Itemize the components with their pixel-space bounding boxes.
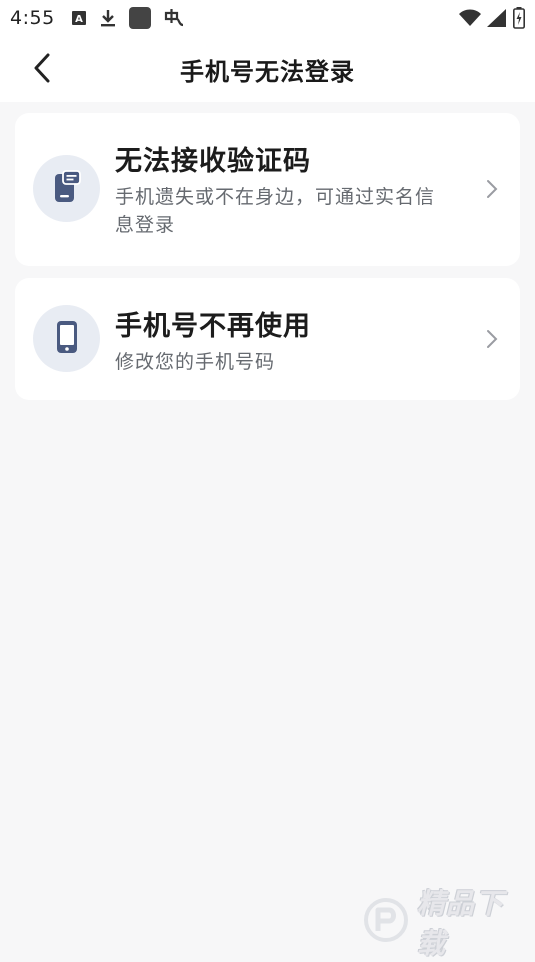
download-icon xyxy=(99,8,117,28)
chevron-right-icon xyxy=(484,177,500,201)
option-icon-circle xyxy=(33,305,100,372)
status-left-icons: A xyxy=(71,7,185,29)
watermark-logo-icon xyxy=(363,897,409,947)
svg-text:A: A xyxy=(75,14,83,25)
option-title: 无法接收验证码 xyxy=(115,139,311,178)
watermark-text: 精品下载 xyxy=(417,882,529,962)
battery-icon xyxy=(513,7,525,29)
cell-signal-icon xyxy=(487,9,507,27)
square-app-icon xyxy=(129,7,151,29)
status-bar: 4:55 A xyxy=(0,0,535,36)
a-box-icon: A xyxy=(71,10,87,26)
chevron-left-icon xyxy=(32,52,52,88)
option-description: 修改您的手机号码 xyxy=(115,348,445,376)
chevron-right-icon xyxy=(484,327,500,351)
nav-bar: 手机号无法登录 xyxy=(0,36,535,102)
watermark: 精品下载 xyxy=(363,896,529,948)
option-cannot-receive-code[interactable]: 无法接收验证码 手机遗失或不在身边，可通过实名信息登录 xyxy=(15,113,520,266)
wifi-icon xyxy=(459,9,481,27)
back-button[interactable] xyxy=(22,50,62,90)
bug-icon xyxy=(163,7,185,29)
status-right-icons xyxy=(459,7,525,29)
page-title: 手机号无法登录 xyxy=(0,36,535,102)
option-number-no-longer-used[interactable]: 手机号不再使用 修改您的手机号码 xyxy=(15,278,520,400)
status-time: 4:55 xyxy=(10,7,55,29)
option-description: 手机遗失或不在身边，可通过实名信息登录 xyxy=(115,183,445,239)
phone-message-icon xyxy=(52,170,82,208)
option-icon-circle xyxy=(33,155,100,222)
option-title: 手机号不再使用 xyxy=(115,304,311,343)
phone-icon xyxy=(56,320,78,358)
